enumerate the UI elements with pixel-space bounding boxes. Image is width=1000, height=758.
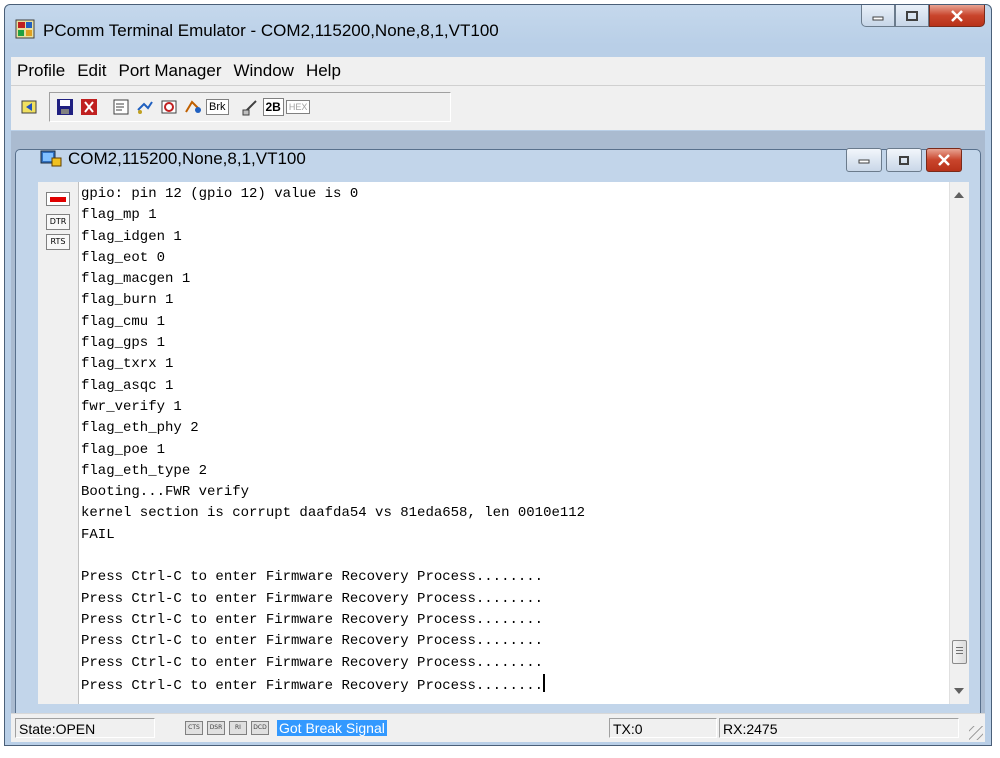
terminal-line: kernel section is corrupt daafda54 vs 81… bbox=[81, 505, 586, 522]
scroll-up-icon[interactable] bbox=[954, 192, 964, 198]
line-status-indicator[interactable] bbox=[46, 192, 70, 206]
terminal-line: flag_cmu 1 bbox=[81, 313, 166, 330]
signal-panel: DTR RTS bbox=[38, 182, 79, 704]
terminal-lines: gpio: pin 12 (gpio 12) value is 0 flag_mp… bbox=[79, 182, 949, 695]
terminal-line: flag_burn 1 bbox=[81, 292, 174, 309]
minimize-icon bbox=[872, 16, 884, 20]
terminal-line: Press Ctrl-C to enter Firmware Recovery … bbox=[81, 569, 544, 586]
toolbar: Brk 2B HEX bbox=[11, 86, 985, 130]
close-button[interactable] bbox=[929, 5, 985, 27]
rts-toggle[interactable]: RTS bbox=[46, 234, 70, 250]
terminal-line: fwr_verify 1 bbox=[81, 398, 182, 415]
disconnect-button[interactable] bbox=[239, 96, 261, 118]
menu-edit[interactable]: Edit bbox=[71, 61, 112, 81]
terminal-line: flag_gps 1 bbox=[81, 335, 166, 352]
break-button[interactable]: Brk bbox=[206, 99, 229, 115]
ri-indicator: RI bbox=[229, 721, 247, 735]
terminal-line: Booting...FWR verify bbox=[81, 484, 250, 501]
terminal-line: flag_mp 1 bbox=[81, 207, 157, 224]
menu-port-manager[interactable]: Port Manager bbox=[112, 61, 227, 81]
terminal-child-window: COM2,115200,None,8,1,VT100 DTR RTS gpio:… bbox=[15, 148, 981, 741]
child-minimize-button[interactable] bbox=[846, 148, 882, 172]
dtr-toggle[interactable]: DTR bbox=[46, 214, 70, 230]
connect-button[interactable] bbox=[134, 96, 156, 118]
terminal-line: gpio: pin 12 (gpio 12) value is 0 bbox=[81, 186, 359, 202]
vertical-scrollbar[interactable] bbox=[949, 182, 969, 704]
terminal-line: flag_asqc 1 bbox=[81, 377, 174, 394]
menu-bar: Profile Edit Port Manager Window Help bbox=[11, 57, 985, 86]
terminal-line: flag_macgen 1 bbox=[81, 271, 191, 288]
mdi-area: COM2,115200,None,8,1,VT100 DTR RTS gpio:… bbox=[11, 131, 985, 741]
minimize-button[interactable] bbox=[861, 5, 895, 27]
state-field: State:OPEN bbox=[15, 718, 155, 738]
menu-window[interactable]: Window bbox=[227, 61, 299, 81]
terminal-line: Press Ctrl-C to enter Firmware Recovery … bbox=[81, 633, 544, 650]
properties-icon bbox=[113, 99, 129, 115]
dsr-indicator: DSR bbox=[207, 721, 225, 735]
terminal-line: flag_poe 1 bbox=[81, 441, 166, 458]
open-session-icon bbox=[21, 100, 37, 114]
terminal-window-title: COM2,115200,None,8,1,VT100 bbox=[68, 149, 306, 168]
save-button[interactable] bbox=[54, 96, 76, 118]
save-icon bbox=[57, 99, 73, 115]
tx-counter: TX:0 bbox=[609, 718, 717, 738]
terminal-line: flag_eth_type 2 bbox=[81, 462, 208, 479]
child-close-button[interactable] bbox=[926, 148, 962, 172]
properties-button[interactable] bbox=[110, 96, 132, 118]
text-cursor bbox=[543, 673, 546, 692]
rx-counter: RX:2475 bbox=[719, 718, 959, 738]
back-button[interactable] bbox=[19, 96, 41, 118]
main-window: PComm Terminal Emulator - COM2,115200,No… bbox=[4, 4, 992, 746]
cts-indicator: CTS bbox=[185, 721, 203, 735]
exit-button[interactable] bbox=[78, 96, 100, 118]
terminal-line: Press Ctrl-C to enter Firmware Recovery … bbox=[81, 611, 544, 628]
terminal-line: flag_eth_phy 2 bbox=[81, 420, 199, 437]
window-title: PComm Terminal Emulator - COM2,115200,No… bbox=[43, 21, 499, 40]
terminal-line: Press Ctrl-C to enter Firmware Recovery … bbox=[81, 654, 544, 671]
child-restore-button[interactable] bbox=[886, 148, 922, 172]
resize-grip[interactable] bbox=[969, 726, 983, 740]
twob-button[interactable]: 2B bbox=[262, 98, 284, 116]
menu-profile[interactable]: Profile bbox=[11, 61, 71, 81]
status-bar: State:OPEN CTS DSR RI DCD Got Break Sign… bbox=[11, 713, 985, 742]
terminal-line: FAIL bbox=[81, 526, 115, 543]
hex-button[interactable]: HEX bbox=[285, 100, 311, 114]
disconnect-icon bbox=[242, 100, 257, 116]
title-bar[interactable]: PComm Terminal Emulator - COM2,115200,No… bbox=[5, 5, 991, 57]
scroll-down-icon[interactable] bbox=[954, 688, 964, 694]
connect-icon bbox=[137, 101, 153, 114]
minimize-icon bbox=[858, 159, 870, 164]
close-icon bbox=[951, 9, 963, 22]
terminal-window-icon bbox=[40, 150, 62, 167]
menu-help[interactable]: Help bbox=[300, 61, 347, 81]
transfer-icon bbox=[161, 100, 177, 114]
toolbar-group: Brk 2B HEX bbox=[49, 92, 451, 122]
app-icon bbox=[15, 19, 35, 39]
break-signal-message: Got Break Signal bbox=[277, 720, 387, 736]
terminal-line: flag_idgen 1 bbox=[81, 228, 182, 245]
dcd-indicator: DCD bbox=[251, 721, 269, 735]
message-field: Got Break Signal bbox=[277, 718, 607, 738]
terminal-line: Press Ctrl-C to enter Firmware Recovery … bbox=[81, 590, 544, 607]
maximize-button[interactable] bbox=[895, 5, 929, 27]
capture-icon bbox=[185, 100, 201, 113]
scroll-thumb[interactable] bbox=[952, 640, 967, 664]
close-icon bbox=[938, 154, 950, 166]
maximize-icon bbox=[906, 10, 918, 21]
terminal-line: Press Ctrl-C to enter Firmware Recovery … bbox=[81, 673, 949, 695]
terminal-line: flag_txrx 1 bbox=[81, 356, 174, 373]
restore-icon bbox=[899, 156, 909, 165]
exit-icon bbox=[81, 99, 97, 115]
capture-button[interactable] bbox=[182, 96, 204, 118]
terminal-output[interactable]: gpio: pin 12 (gpio 12) value is 0 flag_mp… bbox=[79, 182, 949, 704]
terminal-line: flag_eot 0 bbox=[81, 249, 166, 266]
transfer-button[interactable] bbox=[158, 96, 180, 118]
